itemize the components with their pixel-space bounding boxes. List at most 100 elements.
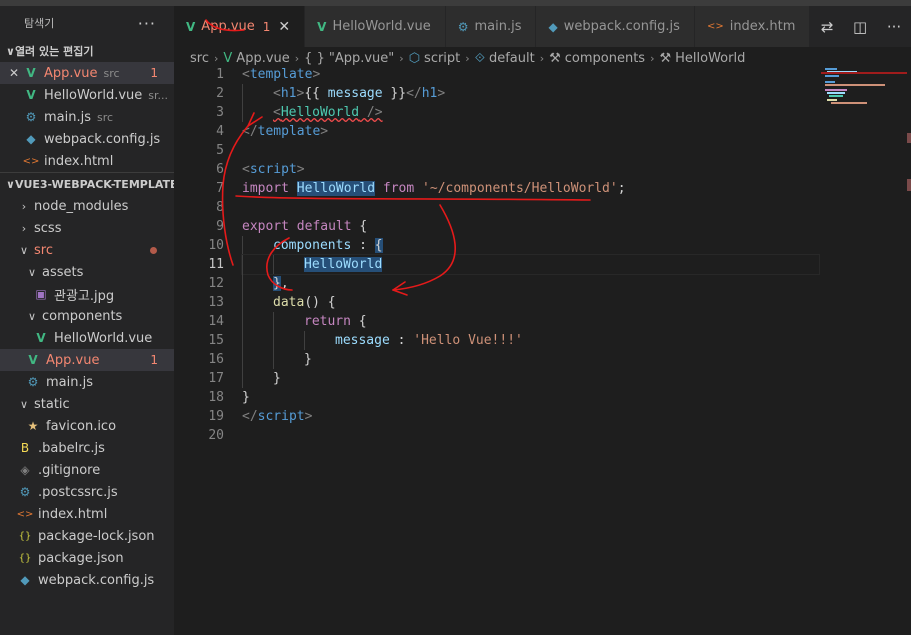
file-item[interactable]: ★ favicon.ico [0,415,174,437]
vue-icon: V [26,66,36,80]
line-number: 18 [208,390,224,405]
open-editor-label: App.vue [44,65,98,81]
chevron-down-icon: ∨ [27,265,37,279]
folder-item[interactable]: ∨ assets [0,261,174,283]
open-editors-header[interactable]: ∨ 열려 있는 편집기 [0,40,174,62]
wrench-icon: ⚒ [549,50,561,66]
close-icon[interactable]: ✕ [278,19,290,35]
indent-guide [273,350,304,369]
code-token: </ [242,409,258,424]
code-token: < [273,86,281,101]
folder-item[interactable]: › node_modules [0,195,174,217]
code-line: components : { [242,236,822,255]
tree-item-label: main.js [46,374,93,390]
more-actions-icon[interactable]: ··· [138,14,156,33]
line-number: 1 [216,67,224,82]
code-line: export default { [242,217,822,236]
compare-changes-icon[interactable]: ⇄ [821,18,834,36]
folder-item[interactable]: ∨ static [0,393,174,415]
file-item[interactable]: B .babelrc.js [0,437,174,459]
project-folder-header[interactable]: ∨ VUE3-WEBPACK-TEMPLATE [0,172,174,195]
folder-item[interactable]: › scss [0,217,174,239]
code-token: </ [406,86,422,101]
line-number: 10 [208,238,224,253]
explorer-sidebar: 탐색기 ··· ∨ 열려 있는 편집기 ✕ V App.vue src 1 V HelloW… [0,6,174,635]
split-editor-icon[interactable]: ◫ [853,18,867,36]
code-token: {{ [304,86,328,101]
tree-item-label: node_modules [34,198,129,214]
file-item[interactable]: V HelloWorld.vue [0,327,174,349]
more-actions-icon[interactable]: ··· [887,18,901,36]
code-token: () { [304,295,336,310]
html-icon: <> [16,508,34,520]
tab-webpack-config-js[interactable]: ◆ webpack.config.js [536,6,695,47]
code-line: </script> [242,407,822,426]
code-editor[interactable]: 1 2 3 4 5 6 7 8 9 10 11 12 13 14 15 16 17 18 19 20 <templat… [174,65,911,635]
folder-item[interactable]: ∨ components [0,305,174,327]
breadcrumb-separator-icon: › [399,51,404,65]
tab-label: main.js [474,19,522,34]
breadcrumb-item[interactable]: ⚒ components [549,51,645,66]
code-line: message : 'Hello Vue!!!' [242,331,822,350]
code-token: h1 [280,86,297,101]
code-token: }} [382,86,407,101]
babel-icon: B [20,441,30,455]
code-token: } [273,276,281,291]
line-number: 13 [208,295,224,310]
webpack-icon: ◆ [20,573,30,587]
file-item[interactable]: {} package-lock.json [0,525,174,547]
breadcrumb-item[interactable]: ⟐ default [475,51,535,66]
explorer-header: 탐색기 ··· [0,6,174,40]
file-item[interactable]: ⚙ .postcssrc.js [0,481,174,503]
open-editor-item[interactable]: ⚙ main.js src [0,106,174,128]
file-item[interactable]: ▣ 관광고.jpg [0,283,174,305]
breadcrumb-item[interactable]: src [190,51,209,66]
open-editor-label: webpack.config.js [44,131,161,147]
code-token: from [375,181,423,196]
close-icon[interactable]: ✕ [9,66,19,80]
file-item[interactable]: ◈ .gitignore [0,459,174,481]
html-icon: <> [706,21,724,32]
code-token: > [320,124,329,139]
breadcrumb-item[interactable]: ⬡ script [409,51,461,66]
tab-helloworld-vue[interactable]: V HelloWorld.vue [305,6,446,47]
tab-main-js[interactable]: ⚙ main.js [445,6,537,47]
folder-item[interactable]: ∨ src [0,239,174,261]
project-title: VUE3-WEBPACK-TEMPLATE [14,177,174,191]
code-token: export default [242,219,360,234]
line-number: 6 [216,162,224,177]
code-token: } [304,352,312,367]
indent-guide [242,293,273,312]
indent-guide [273,331,304,350]
file-item[interactable]: ⚙ main.js [0,371,174,393]
open-editor-item[interactable]: ✕ V App.vue src 1 [0,62,174,84]
file-item[interactable]: {} package.json [0,547,174,569]
tab-app-vue[interactable]: V App.vue 1 ✕ [174,6,306,47]
line-number: 7 [216,181,224,196]
image-icon: ▣ [35,287,47,301]
breadcrumb-separator-icon: › [213,51,219,65]
code-token: } [242,390,250,405]
file-item[interactable]: ◆ webpack.config.js [0,569,174,591]
breadcrumb-item[interactable]: { } "App.vue" [304,51,394,66]
indent-guide [273,312,304,331]
code-token: HelloWorld [304,257,383,272]
breadcrumb-item[interactable]: V App.vue [223,51,289,66]
file-item[interactable]: V App.vue 1 [0,349,174,371]
code-area[interactable]: <template> <h1>{{ message }}</h1> <HelloWo… [241,65,822,445]
minimap[interactable] [821,65,911,635]
tab-index-htm[interactable]: <> index.htm [694,6,811,47]
open-editor-folder: src [97,110,114,124]
tree-item-label: src [34,242,53,258]
overview-ruler [907,65,911,635]
file-item[interactable]: <> index.html [0,503,174,525]
breadcrumb-item[interactable]: ⚒ HelloWorld [659,51,745,66]
line-number: 8 [216,200,224,215]
open-editor-item[interactable]: V HelloWorld.vue sr... [0,84,174,106]
open-editor-item[interactable]: <> index.html [0,150,174,172]
breadcrumb-label: script [424,50,461,66]
open-editor-item[interactable]: ◆ webpack.config.js [0,128,174,150]
webpack-icon: ◆ [26,132,36,146]
js-icon: ⚙ [19,485,31,499]
